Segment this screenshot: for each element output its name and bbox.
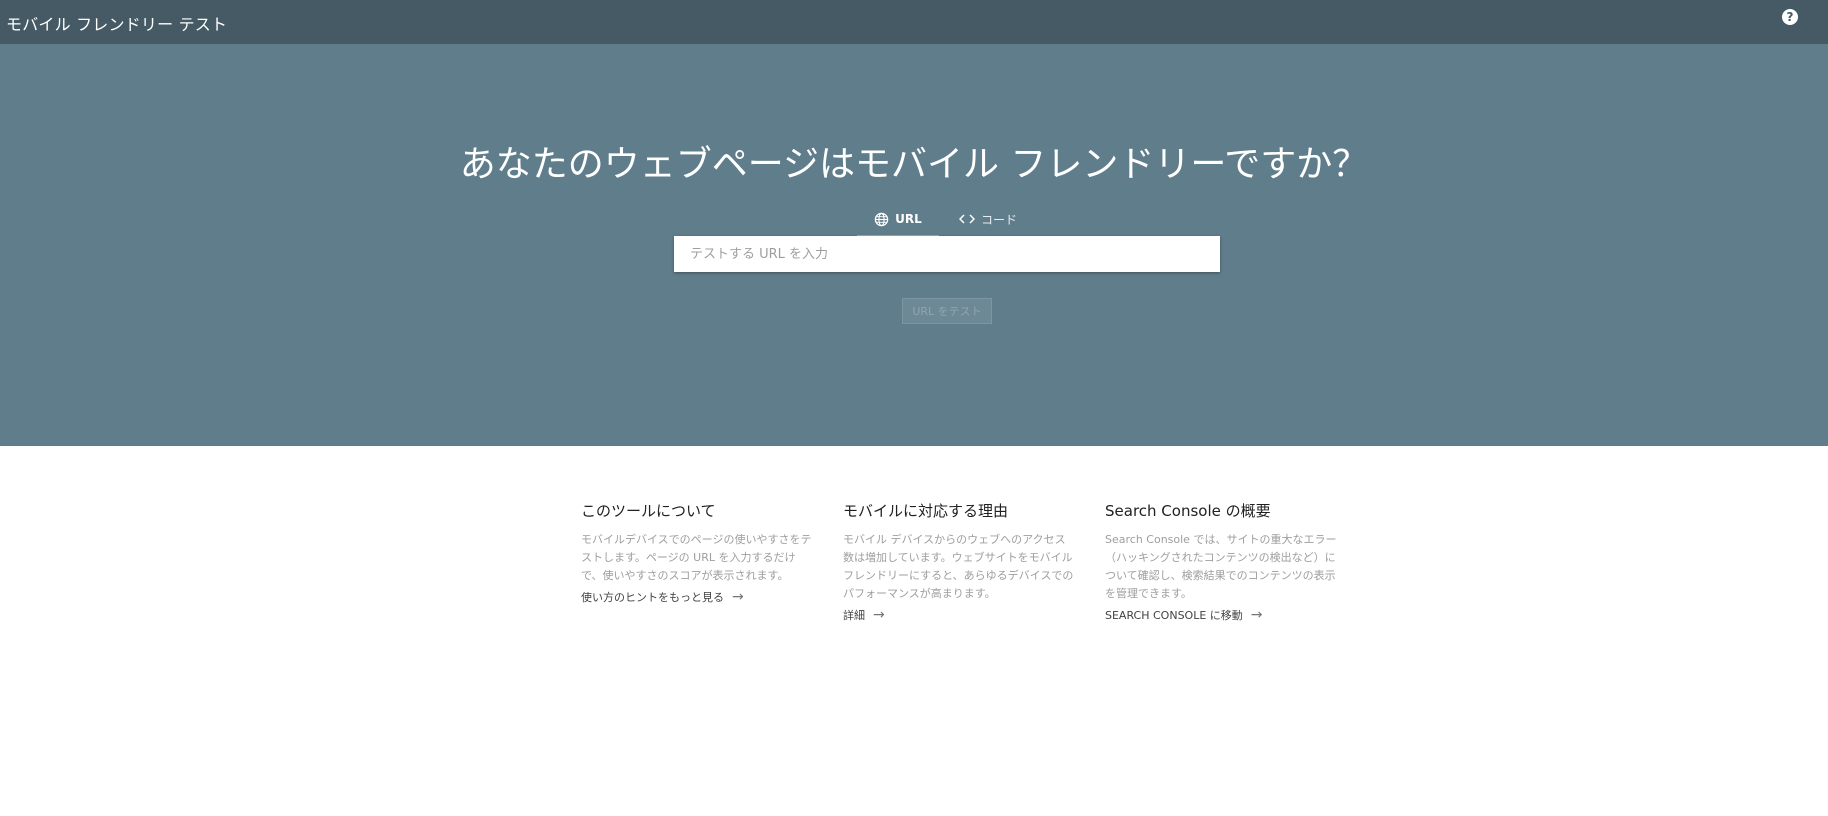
help-icon[interactable]: ? [1782,9,1798,25]
tab-code-label: コード [980,212,1017,227]
tab-url-label: URL [895,212,922,226]
input-mode-tabs: URL コード [857,203,1057,238]
hero-title: あなたのウェブページはモバイル フレンドリーですか？ [459,144,1369,185]
hero-section: あなたのウェブページはモバイル フレンドリーですか？ URL コード テストする… [0,44,1828,446]
app-title: モバイル フレンドリー テスト [6,15,228,34]
tab-url[interactable]: URL [857,203,939,238]
arrow-right-icon: → [1250,607,1263,623]
globe-icon [874,212,889,227]
search-console-link-label: SEARCH CONSOLE に移動 [1105,609,1243,622]
arrow-right-icon: → [732,589,744,605]
more-tips-link-label: 使い方のヒントをもっと見る [581,591,724,604]
info-about-tool-title: このツールについて [581,502,716,520]
info-why-mobile-title: モバイルに対応する理由 [843,502,1009,520]
info-why-mobile: モバイルに対応する理由 モバイル デバイスからのウェブへのアクセス数は増加してい… [843,500,1075,623]
more-tips-link[interactable]: 使い方のヒントをもっと見る → [581,589,813,605]
top-bar: モバイル フレンドリー テスト ? [0,0,1828,44]
info-about-tool-text: モバイルデバイスでのページの使いやすさをテストします。ページの URL を入力す… [581,533,812,582]
info-search-console: Search Console の概要 Search Console では、サイト… [1105,500,1337,623]
info-why-mobile-text: モバイル デバイスからのウェブへのアクセス数は増加しています。ウェブサイトをモバ… [843,533,1074,600]
details-link-label: 詳細 [843,609,865,622]
test-url-button[interactable]: URL をテスト [902,298,992,324]
info-about-tool: このツールについて モバイルデバイスでのページの使いやすさをテストします。ページ… [581,500,813,605]
url-input[interactable] [674,236,1220,272]
code-icon [958,213,975,225]
info-search-console-title: Search Console の概要 [1105,502,1271,520]
tab-code[interactable]: コード [947,203,1029,235]
info-search-console-text: Search Console では、サイトの重大なエラー（ハッキングされたコンテ… [1105,533,1337,600]
search-console-link[interactable]: SEARCH CONSOLE に移動 → [1105,607,1337,623]
arrow-right-icon: → [873,607,885,623]
details-link[interactable]: 詳細 → [843,607,1075,623]
